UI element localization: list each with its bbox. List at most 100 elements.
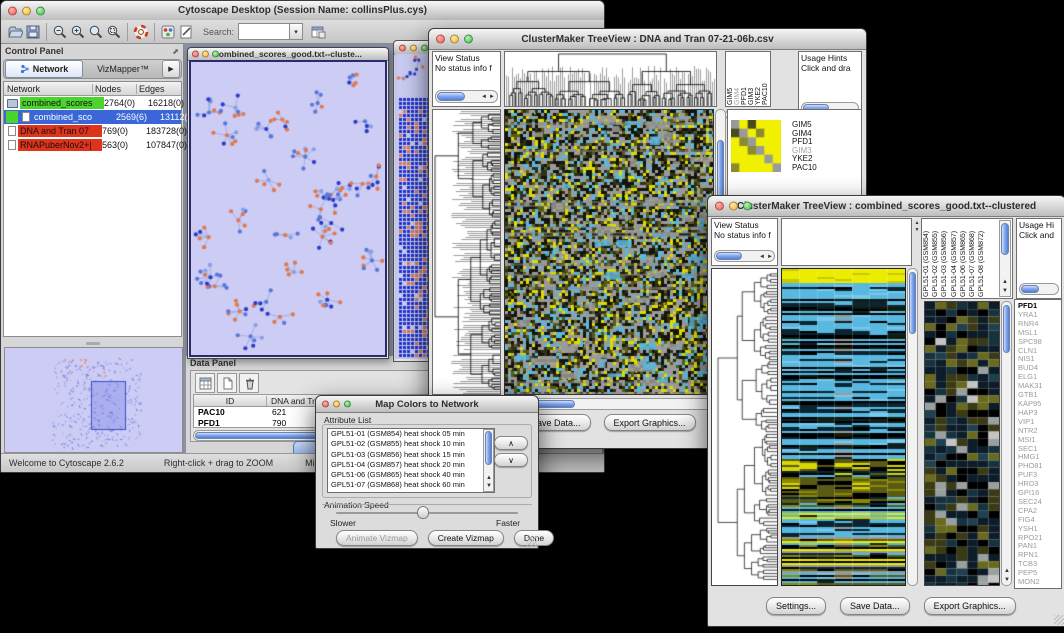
close-icon[interactable]: [436, 35, 445, 44]
tv1-status-hscrollbar[interactable]: ◄ ►: [435, 90, 498, 103]
network-canvas[interactable]: [191, 62, 385, 355]
search-input[interactable]: [238, 23, 290, 40]
close-icon[interactable]: [322, 401, 329, 408]
tv2-small-heatmap-vscrollbar[interactable]: ▲ ▼: [1001, 301, 1012, 586]
dialog-attribute-item[interactable]: GPL51-07 (GSM868) heat shock 60 min: [328, 480, 494, 490]
tv1-heatmap-panel[interactable]: [504, 109, 714, 395]
tv1-left-dendrogram-canvas[interactable]: [433, 110, 500, 394]
scroll-down-icon[interactable]: ▼: [1004, 577, 1010, 583]
tv1-top-dendrogram-panel[interactable]: [504, 51, 717, 107]
dialog-list-vscrollbar[interactable]: ▲ ▼: [483, 429, 494, 492]
attribute-browser-icon[interactable]: [309, 23, 327, 41]
new-attribute-icon[interactable]: [217, 373, 237, 393]
open-file-icon[interactable]: [6, 23, 24, 41]
resize-grip[interactable]: [527, 537, 537, 547]
zoom-window-icon[interactable]: [344, 401, 351, 408]
minimize-icon[interactable]: [450, 35, 459, 44]
zoom-out-icon[interactable]: [51, 23, 69, 41]
float-panel-icon[interactable]: ⬈: [172, 47, 179, 56]
close-icon[interactable]: [192, 51, 199, 58]
minimize-icon[interactable]: [22, 6, 31, 15]
move-up-button[interactable]: ∧: [494, 436, 528, 450]
tv2-small-heatmap-panel[interactable]: [924, 301, 1000, 586]
tv1-column-label[interactable]: GIM4: [734, 53, 741, 105]
minimize-icon[interactable]: [333, 401, 340, 408]
scroll-up-icon[interactable]: ▲: [486, 475, 492, 481]
tv2-heatmap-panel[interactable]: [781, 268, 906, 586]
tv1-mini-heatmap-canvas[interactable]: [731, 120, 781, 172]
network-table-row[interactable]: combined_scores 2764(0) 16218(0): [4, 96, 181, 110]
zoom-in-icon[interactable]: [69, 23, 87, 41]
tv2-column-label[interactable]: GPL51-08 (GSM872): [978, 220, 987, 297]
tv2-hints-hscrollbar[interactable]: [1019, 283, 1059, 295]
scroll-right-icon[interactable]: ►: [489, 94, 495, 100]
col-network[interactable]: Network: [4, 84, 92, 94]
network-table-header[interactable]: Network Nodes Edges: [4, 82, 181, 96]
dialog-titlebar[interactable]: Map Colors to Network: [316, 396, 538, 413]
tv1-column-label[interactable]: GIM3: [748, 53, 755, 105]
scroll-right-icon[interactable]: ►: [767, 254, 773, 260]
tv2-labels-vscrollbar[interactable]: ▲ ▼: [999, 220, 1011, 297]
tv2-heatmap-canvas[interactable]: [782, 269, 905, 585]
resize-grip[interactable]: [1054, 615, 1064, 625]
main-titlebar[interactable]: Cytoscape Desktop (Session Name: collins…: [1, 1, 604, 21]
zoom-window-icon[interactable]: [36, 6, 45, 15]
panel-divider[interactable]: [1, 339, 184, 347]
annotation-icon[interactable]: [177, 23, 195, 41]
tv1-heatmap-canvas[interactable]: [505, 110, 713, 394]
dialog-button[interactable]: Create Vizmap: [428, 530, 504, 546]
tv1-button[interactable]: Export Graphics...: [604, 414, 696, 431]
zoom-window-icon[interactable]: [743, 202, 752, 211]
scroll-left-icon[interactable]: ◄: [759, 254, 765, 260]
tv2-left-dendrogram-canvas[interactable]: [712, 269, 777, 585]
dialog-attribute-item[interactable]: GPL51-01 (GSM854) heat shock 05 min: [328, 429, 494, 439]
zoom-fit-icon[interactable]: [105, 23, 123, 41]
zoom-window-icon[interactable]: [212, 51, 219, 58]
tv2-gene-label[interactable]: MON2: [1018, 578, 1061, 587]
overview-canvas[interactable]: [5, 348, 182, 452]
treeview1-titlebar[interactable]: ClusterMaker TreeView : DNA and Tran 07-…: [429, 29, 866, 50]
tv2-column-label[interactable]: GPL51-06 (GSM865): [960, 220, 969, 297]
tv2-column-label[interactable]: GPL51-03 (GSM856): [941, 220, 950, 297]
scroll-up-icon[interactable]: ▲: [1004, 568, 1010, 574]
zoom-selected-icon[interactable]: [87, 23, 105, 41]
minimize-icon[interactable]: [410, 44, 417, 51]
tv1-column-label[interactable]: GIM5: [727, 53, 734, 105]
tv1-column-label[interactable]: YKE2: [755, 53, 762, 105]
tv2-tiny-scroll-arrows[interactable]: ▲▼: [913, 220, 921, 234]
save-icon[interactable]: [24, 23, 42, 41]
close-icon[interactable]: [715, 202, 724, 211]
treeview2-titlebar[interactable]: ClusterMaker TreeView : combined_scores_…: [708, 196, 1064, 217]
col-nodes[interactable]: Nodes: [92, 84, 136, 94]
move-down-button[interactable]: ∨: [494, 453, 528, 467]
network-overview-thumbnail[interactable]: [4, 347, 183, 453]
minimize-icon[interactable]: [202, 51, 209, 58]
tv2-left-dendrogram-panel[interactable]: [711, 268, 778, 586]
tv2-small-heatmap-canvas[interactable]: [925, 302, 999, 585]
tv2-status-hscrollbar[interactable]: ◄ ►: [714, 250, 775, 262]
tv2-column-label[interactable]: GPL51-01 (GSM854): [923, 220, 932, 297]
tv1-column-label[interactable]: PAC10: [762, 53, 769, 105]
col-edges[interactable]: Edges: [136, 84, 181, 94]
tv1-left-dendrogram-panel[interactable]: [432, 109, 501, 395]
tv2-button[interactable]: Export Graphics...: [924, 597, 1016, 615]
dialog-attribute-item[interactable]: GPL51-04 (GSM857) heat shock 20 min: [328, 460, 494, 470]
tab-network[interactable]: Network: [5, 60, 83, 78]
tv1-column-label[interactable]: PFD1: [741, 53, 748, 105]
dialog-attribute-item[interactable]: GPL51-03 (GSM856) heat shock 15 min: [328, 450, 494, 460]
scroll-down-icon[interactable]: ▼: [1002, 288, 1008, 294]
dialog-attribute-item[interactable]: GPL51-06 (GSM865) heat shock 40 min: [328, 470, 494, 480]
help-lifesaver-icon[interactable]: [132, 23, 150, 41]
tv2-column-label[interactable]: GPL51-04 (GSM857): [951, 220, 960, 297]
network-table-row[interactable]: DNA and Tran 07 769(0) 183728(0): [4, 124, 181, 138]
tv2-column-label[interactable]: GPL51-07 (GSM868): [969, 220, 978, 297]
search-dropdown-icon[interactable]: ▾: [290, 23, 303, 40]
close-icon[interactable]: [8, 6, 17, 15]
dialog-button[interactable]: Animate Vizmap: [336, 530, 418, 546]
network-table-row[interactable]: RNAPuberNov2+| 563(0) 107847(0): [4, 138, 181, 152]
close-icon[interactable]: [399, 44, 406, 51]
tv2-column-label[interactable]: GPL51-02 (GSM855): [932, 220, 941, 297]
dialog-attribute-list[interactable]: GPL51-01 (GSM854) heat shock 05 minGPL51…: [327, 428, 495, 493]
dialog-attribute-item[interactable]: GPL51-02 (GSM855) heat shock 10 min: [328, 439, 494, 449]
network-view-window[interactable]: combined_scores_good.txt--cluste...: [187, 47, 389, 359]
